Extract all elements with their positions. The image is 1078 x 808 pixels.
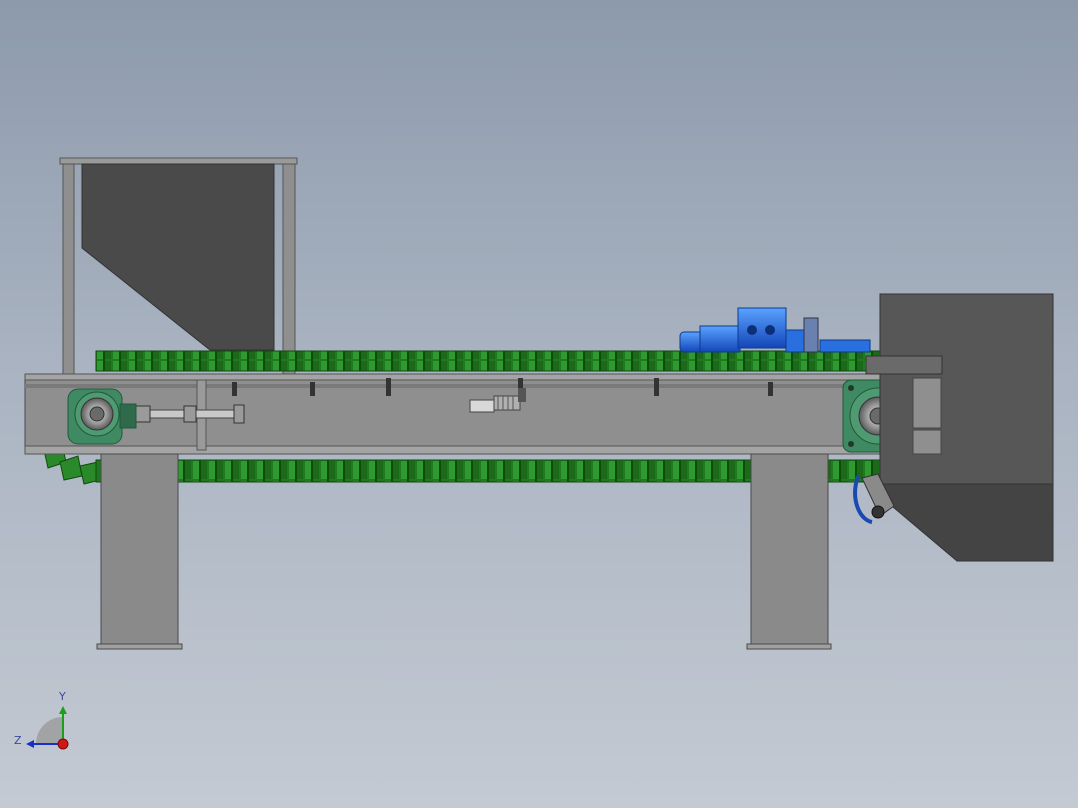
z-axis-arrow [26, 740, 34, 748]
support-legs [96, 453, 832, 650]
triad-arc [36, 717, 63, 744]
hopper-plate [81, 163, 275, 351]
hopper-top-bar [59, 157, 298, 165]
conveyor-drawing: Y Z [14, 157, 1054, 750]
feed-hopper [59, 157, 298, 377]
x-axis-dot [57, 738, 69, 750]
cad-viewport[interactable]: Y Z [0, 0, 1078, 808]
hopper-left-post [62, 163, 75, 377]
chain-top-run [95, 350, 881, 372]
hopper-right-post [282, 163, 296, 377]
z-axis-label: Z [14, 734, 22, 747]
drive-motor [679, 307, 871, 353]
discharge-chute [865, 293, 1054, 562]
y-axis-label: Y [58, 690, 66, 703]
coordinate-triad: Y Z [14, 690, 69, 750]
y-axis-arrow [59, 706, 67, 714]
